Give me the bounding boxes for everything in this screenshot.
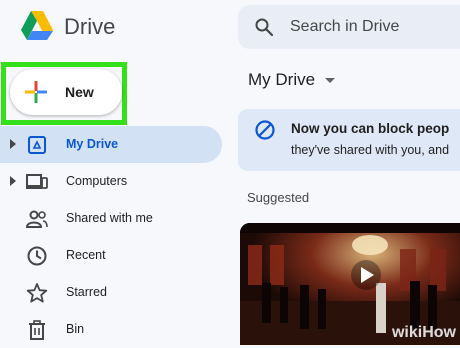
watermark: wikiHow	[391, 324, 456, 341]
block-icon	[255, 120, 275, 140]
sidebar-item-shared-with-me[interactable]: Shared with me	[0, 200, 230, 237]
banner-text: they've shared with you, and	[291, 143, 450, 157]
sidebar-item-starred[interactable]: Starred	[0, 274, 230, 311]
drive-logo-icon	[21, 11, 53, 40]
computers-icon	[26, 174, 48, 189]
banner-heading: Now you can block peop	[291, 121, 450, 136]
search-bar[interactable]: Search in Drive	[238, 5, 460, 49]
suggested-video-thumbnail[interactable]: wikiHow	[240, 223, 460, 345]
sidebar-item-recent[interactable]: Recent	[0, 237, 230, 274]
new-button-label: New	[65, 84, 94, 100]
plus-icon	[25, 81, 47, 103]
search-icon	[255, 18, 274, 37]
sidebar-item-label: My Drive	[66, 137, 119, 151]
chevron-down-icon	[325, 78, 336, 84]
my-drive-icon	[28, 136, 46, 154]
sidebar-item-label: Shared with me	[66, 211, 153, 225]
search-input[interactable]: Search in Drive	[290, 18, 399, 36]
sidebar-item-my-drive[interactable]: My Drive	[0, 126, 222, 163]
page-title-dropdown[interactable]: My Drive	[248, 70, 336, 90]
info-banner: Now you can block peop they've shared wi…	[238, 109, 460, 171]
sidebar-item-label: Bin	[66, 322, 85, 336]
sidebar-item-label: Computers	[66, 174, 128, 188]
shared-icon	[26, 210, 48, 228]
expand-arrow-icon[interactable]	[10, 176, 16, 186]
sidebar-item-label: Recent	[66, 248, 106, 262]
section-label-suggested: Suggested	[247, 190, 310, 205]
sidebar-nav: My Drive Computers Shared with me Recent…	[0, 126, 230, 348]
sidebar-item-bin[interactable]: Bin	[0, 311, 230, 348]
star-icon	[26, 283, 48, 303]
new-button[interactable]: New	[10, 69, 122, 115]
expand-arrow-icon[interactable]	[10, 139, 16, 149]
app-name: Drive	[64, 14, 116, 39]
sidebar-item-label: Starred	[66, 285, 107, 299]
page-title: My Drive	[248, 70, 316, 89]
clock-icon	[27, 246, 47, 266]
sidebar-item-computers[interactable]: Computers	[0, 163, 230, 200]
bin-icon	[29, 320, 45, 340]
